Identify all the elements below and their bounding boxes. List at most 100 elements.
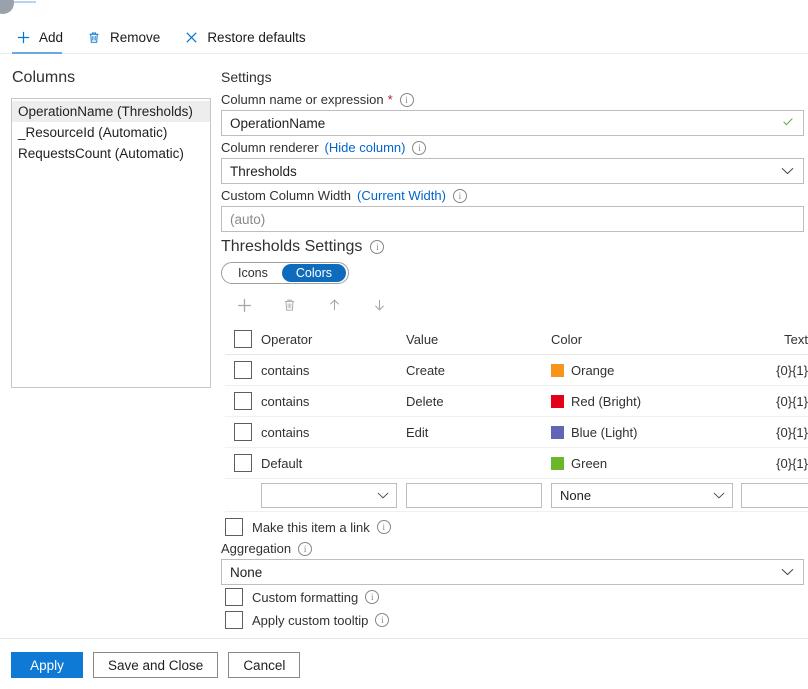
icons-colors-toggle[interactable]: Icons Colors <box>221 262 350 284</box>
thresholds-table-header: Operator Value Color Text <box>225 324 808 355</box>
command-bar-divider <box>0 53 808 54</box>
row-select-cell <box>225 423 261 441</box>
apply-custom-tooltip-row: Apply custom tooltip i <box>225 611 390 629</box>
row-value: Edit <box>406 424 429 440</box>
make-link-label: Make this item a link <box>252 519 370 535</box>
row-text: {0}{1} <box>776 362 808 378</box>
custom-width-label-row: Custom Column Width (Current Width) i <box>221 188 467 204</box>
trash-icon <box>284 299 294 311</box>
window-corner-artifact <box>0 0 14 14</box>
row-color-cell: Red (Bright) <box>551 394 741 409</box>
info-icon[interactable]: i <box>412 141 427 155</box>
table-row[interactable]: contains Edit Blue (Light) {0}{1} <box>225 417 808 448</box>
column-renderer-select[interactable]: Thresholds <box>221 158 804 184</box>
current-width-link[interactable]: (Current Width) <box>357 188 446 204</box>
table-row[interactable]: contains Delete Red (Bright) {0}{1} <box>225 386 808 417</box>
column-name-value: OperationName <box>230 115 326 131</box>
chevron-down-icon <box>781 164 794 179</box>
header-operator: Operator <box>261 331 313 347</box>
hide-column-link[interactable]: (Hide column) <box>325 140 406 156</box>
info-icon[interactable]: i <box>365 590 380 604</box>
move-threshold-up-button[interactable] <box>319 292 349 318</box>
row-color-label: Blue (Light) <box>571 424 638 440</box>
add-threshold-button[interactable] <box>229 292 259 318</box>
aggregation-label-row: Aggregation i <box>221 541 313 557</box>
toggle-option-icons[interactable]: Icons <box>224 264 282 282</box>
column-renderer-label: Column renderer <box>221 140 319 155</box>
row-color-label: Orange <box>571 362 615 378</box>
restore-defaults-button[interactable]: Restore defaults <box>182 24 306 50</box>
thresholds-settings-heading-row: Thresholds Settings i <box>221 238 385 256</box>
column-list-item-operationname[interactable]: OperationName (Thresholds) <box>12 101 210 122</box>
delete-threshold-button[interactable] <box>274 292 304 318</box>
editor-root: Add Remove Restore defaults Columns Oper… <box>0 0 808 689</box>
new-row-operator-select[interactable] <box>261 482 397 508</box>
plus-icon <box>237 298 251 312</box>
new-row-color-select[interactable]: None <box>551 482 733 508</box>
window-corner-line <box>14 1 36 3</box>
save-and-close-button[interactable]: Save and Close <box>93 652 219 678</box>
aggregation-select[interactable]: None <box>221 559 804 585</box>
trash-icon <box>85 28 103 46</box>
info-icon[interactable]: i <box>298 542 313 556</box>
row-operator: contains <box>261 393 310 409</box>
row-select-cell <box>225 392 261 410</box>
info-icon[interactable]: i <box>370 240 385 254</box>
settings-heading: Settings <box>221 69 272 85</box>
columns-listbox[interactable]: OperationName (Thresholds) _ResourceId (… <box>11 98 211 388</box>
toggle-option-colors[interactable]: Colors <box>281 264 347 282</box>
row-color-cell: Green <box>551 456 741 471</box>
custom-formatting-checkbox[interactable] <box>225 588 243 606</box>
column-renderer-value: Thresholds <box>230 163 297 179</box>
remove-button[interactable]: Remove <box>85 24 160 50</box>
row-checkbox[interactable] <box>234 392 252 410</box>
table-row[interactable]: contains Create Orange {0}{1} <box>225 355 808 386</box>
add-button[interactable]: Add <box>14 24 63 50</box>
row-checkbox[interactable] <box>234 454 252 472</box>
columns-heading: Columns <box>12 69 76 86</box>
row-color-cell: Blue (Light) <box>551 425 741 440</box>
table-row[interactable]: Default Green {0}{1} <box>225 448 808 479</box>
row-value: Create <box>406 362 446 378</box>
custom-width-input[interactable]: (auto) <box>221 206 804 232</box>
select-all-checkbox[interactable] <box>234 330 252 348</box>
footer-divider <box>0 638 808 639</box>
column-name-label: Column name or expression <box>221 92 384 107</box>
column-list-item-requestscount[interactable]: RequestsCount (Automatic) <box>12 143 210 164</box>
info-icon[interactable]: i <box>452 189 467 203</box>
new-row-text-input[interactable] <box>741 482 808 508</box>
info-icon[interactable]: i <box>375 613 390 627</box>
threshold-row-tools <box>229 292 409 318</box>
make-link-checkbox[interactable] <box>225 518 243 536</box>
header-text: Text <box>784 331 808 347</box>
color-swatch <box>551 456 564 470</box>
custom-width-label: Custom Column Width <box>221 188 352 203</box>
new-threshold-row: None <box>225 479 808 512</box>
row-operator: contains <box>261 424 310 440</box>
row-text: {0}{1} <box>776 455 808 471</box>
make-link-row: Make this item a link i <box>225 518 391 536</box>
column-list-item-resourceid[interactable]: _ResourceId (Automatic) <box>12 122 210 143</box>
row-text: {0}{1} <box>776 424 808 440</box>
color-swatch <box>551 425 564 439</box>
apply-custom-tooltip-label: Apply custom tooltip <box>252 612 369 628</box>
info-icon[interactable]: i <box>376 520 391 534</box>
apply-custom-tooltip-checkbox[interactable] <box>225 611 243 629</box>
row-select-cell <box>225 361 261 379</box>
row-color-label: Red (Bright) <box>571 393 642 409</box>
apply-button[interactable]: Apply <box>11 652 83 678</box>
cancel-button[interactable]: Cancel <box>228 652 301 678</box>
header-color: Color <box>551 331 583 347</box>
new-row-value-input[interactable] <box>406 482 542 508</box>
new-row-text-cell <box>741 482 808 508</box>
info-icon[interactable]: i <box>399 93 414 107</box>
row-select-cell <box>225 454 261 472</box>
checkmark-icon <box>781 115 795 132</box>
arrow-up-icon <box>329 299 339 311</box>
move-threshold-down-button[interactable] <box>364 292 394 318</box>
add-button-label: Add <box>39 29 64 45</box>
row-checkbox[interactable] <box>234 423 252 441</box>
row-checkbox[interactable] <box>234 361 252 379</box>
column-renderer-label-row: Column renderer (Hide column) i <box>221 140 427 156</box>
column-name-input[interactable]: OperationName <box>221 110 804 136</box>
